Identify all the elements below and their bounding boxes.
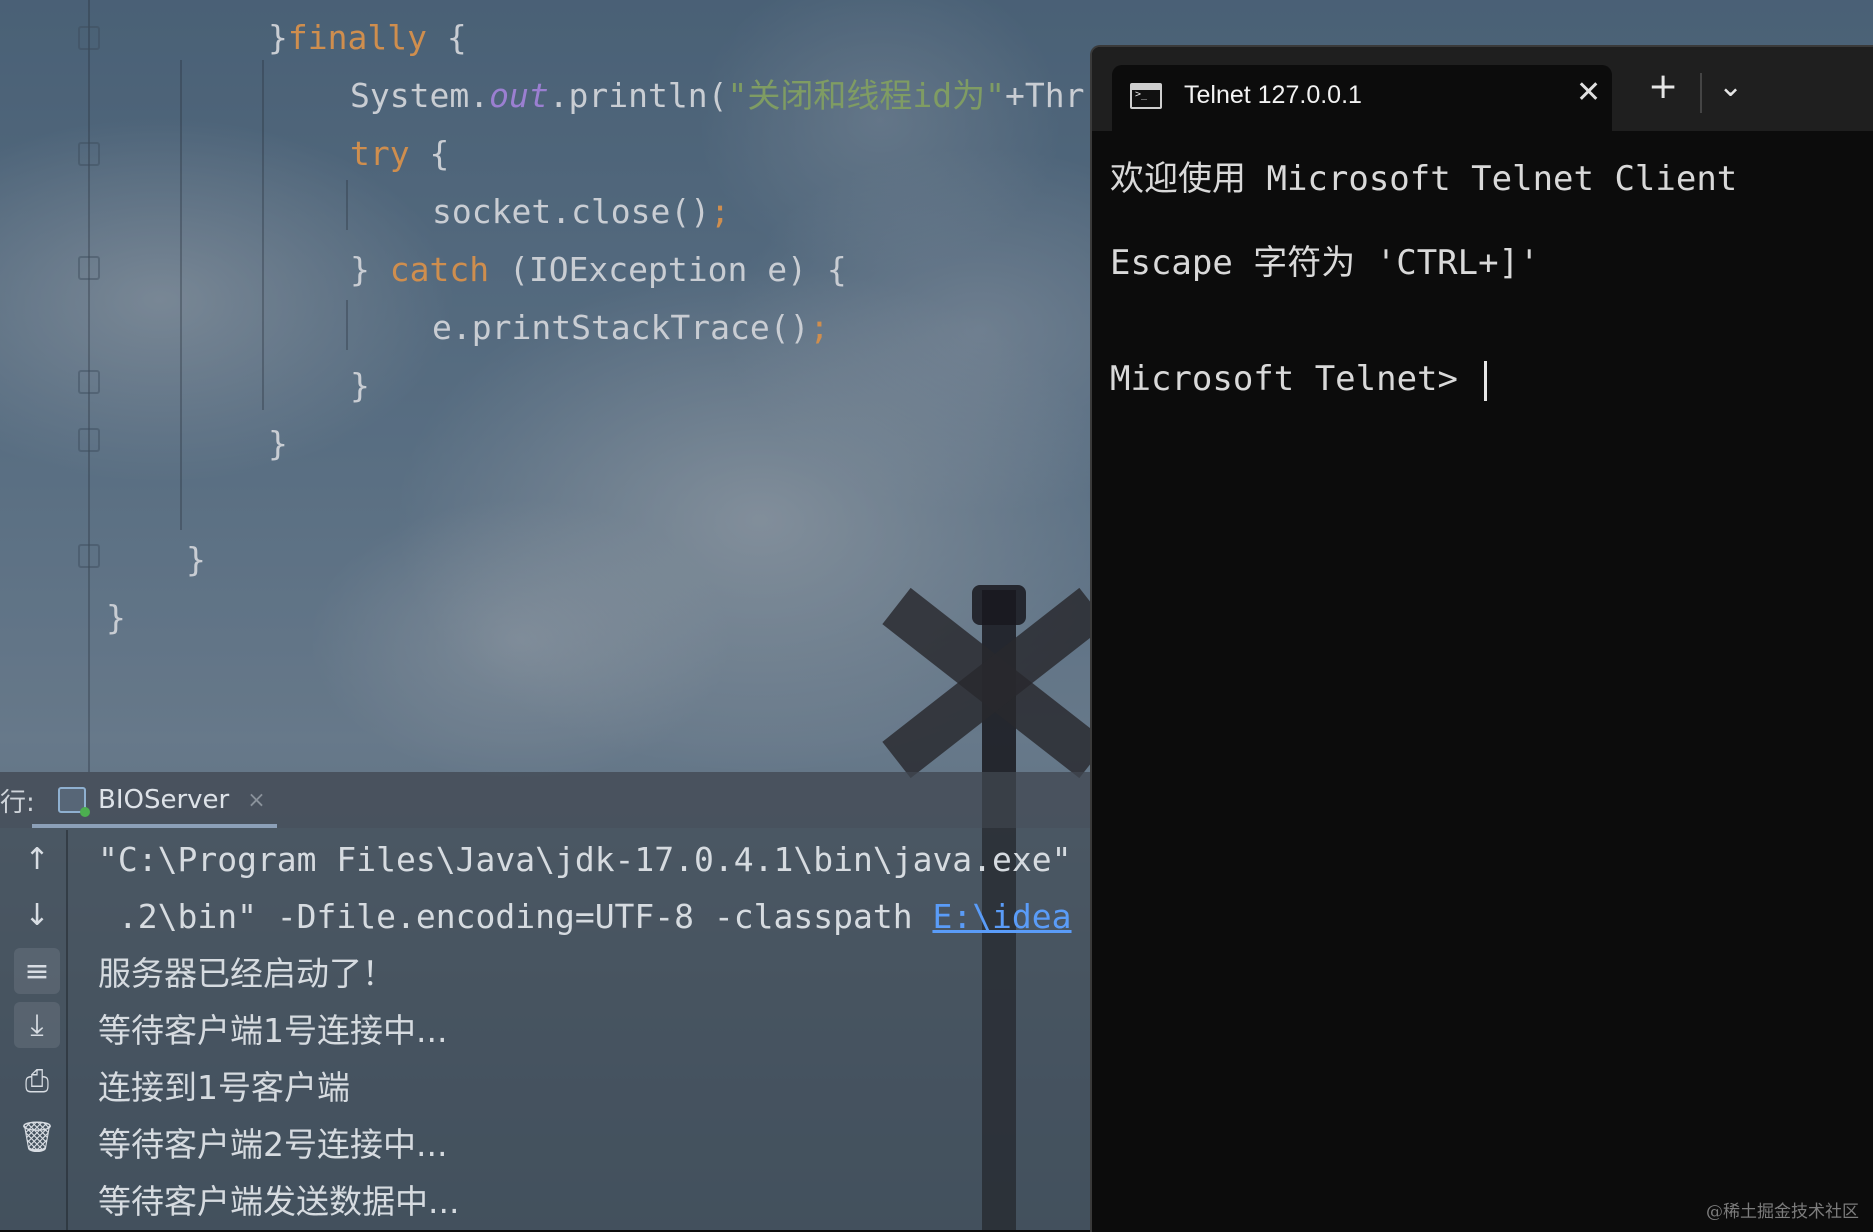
code-token: ;	[710, 192, 731, 231]
code-token: ;	[809, 308, 830, 347]
divider	[1700, 73, 1702, 113]
console-line: "C:\Program Files\Java\jdk-17.0.4.1\bin\…	[98, 832, 1072, 888]
code-line[interactable]: }	[106, 592, 126, 644]
console-line: .2\bin" -Dfile.encoding=UTF-8 -classpath…	[98, 889, 1072, 945]
code-token: "关闭和线程id为"	[727, 76, 1005, 115]
crossing-pole-top	[972, 585, 1026, 625]
code-token: System.	[350, 76, 490, 115]
arrow-up-icon[interactable]: ↑	[14, 836, 60, 882]
terminal-window: Telnet 127.0.0.1 ✕ + ⌄ 欢迎使用 Microsoft Te…	[1090, 45, 1873, 1232]
console-text: 等待客户端2号连接中...	[98, 1125, 448, 1164]
indent-guide	[180, 60, 182, 530]
terminal-prompt: Microsoft Telnet>	[1110, 359, 1479, 399]
code-token: .println(	[548, 76, 728, 115]
terminal-tab-title: Telnet 127.0.0.1	[1184, 81, 1362, 109]
fold-marker-icon[interactable]	[78, 256, 100, 280]
indent-guide	[346, 180, 348, 230]
code-line[interactable]: socket.close();	[432, 186, 730, 238]
new-tab-button[interactable]: +	[1648, 69, 1678, 105]
classpath-link[interactable]: E:\idea	[932, 897, 1071, 936]
chevron-down-icon[interactable]: ⌄	[1718, 69, 1743, 104]
fold-marker-icon[interactable]	[78, 428, 100, 452]
code-token: }	[106, 598, 126, 637]
code-token: }	[268, 424, 288, 463]
terminal-tab[interactable]: Telnet 127.0.0.1 ✕	[1112, 65, 1612, 131]
soft-wrap-icon[interactable]: ≡	[14, 948, 60, 994]
code-token: {	[426, 18, 467, 57]
run-toolbar: ↑ ↓ ≡ ⤓ ⎙ 🗑	[8, 830, 68, 1230]
indent-guide	[346, 300, 348, 350]
run-config-icon	[58, 787, 90, 817]
code-token: try	[350, 134, 410, 173]
trash-icon[interactable]: 🗑	[14, 1114, 60, 1160]
code-line[interactable]: } catch (IOException e) {	[350, 244, 847, 296]
code-token: }	[268, 18, 288, 57]
console-icon	[1130, 83, 1162, 109]
text-cursor	[1484, 360, 1488, 401]
console-text: "C:\Program Files\Java\jdk-17.0.4.1\bin\…	[98, 840, 1072, 879]
watermark: @稀土掘金技术社区	[1706, 1202, 1859, 1222]
scroll-to-end-icon[interactable]: ⤓	[14, 1002, 60, 1048]
console-text: 服务器已经启动了！	[98, 954, 395, 993]
arrow-down-icon[interactable]: ↓	[14, 892, 60, 938]
code-line[interactable]: }finally {	[268, 12, 467, 64]
code-line[interactable]: }	[350, 360, 370, 412]
console-text: 等待客户端发送数据中...	[98, 1182, 460, 1221]
run-tool-window: 行: BIOServer × ↑ ↓ ≡ ⤓ ⎙ 🗑 "C:\Program F…	[0, 772, 1090, 1230]
console-line: 等待客户端2号连接中...	[98, 1117, 447, 1173]
fold-marker-icon[interactable]	[78, 26, 100, 50]
code-token: out	[489, 76, 549, 115]
fold-marker-icon[interactable]	[78, 370, 100, 394]
console-text: 连接到1号客户端	[98, 1068, 350, 1107]
code-token: catch	[389, 250, 490, 289]
console-line: 等待客户端发送数据中...	[98, 1174, 459, 1230]
active-tab-indicator	[32, 824, 277, 828]
run-label: 行:	[0, 788, 35, 818]
fold-marker-icon[interactable]	[78, 544, 100, 568]
code-token: {	[409, 134, 450, 173]
code-line[interactable]: e.printStackTrace();	[432, 302, 829, 354]
code-line[interactable]: try {	[350, 128, 449, 180]
terminal-escape-line: Escape 字符为 'CTRL+]'	[1110, 243, 1540, 283]
code-token: finally	[287, 18, 427, 57]
console-line: 服务器已经启动了！	[98, 946, 395, 1002]
print-icon[interactable]: ⎙	[14, 1058, 60, 1104]
indent-guide	[262, 60, 264, 410]
code-token: socket.close()	[432, 192, 711, 231]
code-token: (IOException e) {	[489, 250, 847, 289]
code-line[interactable]: }	[186, 534, 206, 586]
code-token: +Thr	[1004, 76, 1085, 115]
run-tab-bioserver[interactable]: BIOServer ×	[58, 778, 266, 822]
close-icon[interactable]: ×	[247, 788, 265, 813]
console-line: 连接到1号客户端	[98, 1060, 350, 1116]
terminal-prompt-line[interactable]: Microsoft Telnet>	[1110, 359, 1488, 401]
code-token: e.printStackTrace()	[432, 308, 810, 347]
console-text: 等待客户端1号连接中...	[98, 1011, 448, 1050]
close-icon[interactable]: ✕	[1576, 75, 1601, 110]
console-line: 等待客户端1号连接中...	[98, 1003, 447, 1059]
code-token: }	[350, 366, 370, 405]
console-text: .2\bin" -Dfile.encoding=UTF-8 -classpath	[98, 897, 933, 936]
code-line[interactable]: }	[268, 418, 288, 470]
run-tab-label: BIOServer	[98, 785, 230, 815]
terminal-welcome-line: 欢迎使用 Microsoft Telnet Client	[1110, 159, 1738, 199]
code-token: }	[186, 540, 206, 579]
code-line[interactable]: System.out.println("关闭和线程id为"+Thr	[350, 70, 1084, 122]
fold-marker-icon[interactable]	[78, 142, 100, 166]
code-token: }	[350, 250, 390, 289]
